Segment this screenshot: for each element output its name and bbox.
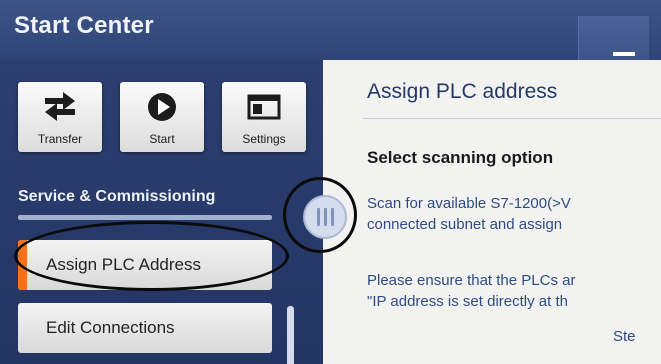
left-panel: Transfer Start Settings Service & Commis… <box>0 60 323 364</box>
start-center-screen: Start Center Transfer Start Settings Ser… <box>0 0 661 364</box>
play-icon <box>120 90 204 124</box>
settings-button[interactable]: Settings <box>222 82 306 152</box>
start-button[interactable]: Start <box>120 82 204 152</box>
sidebar-item-edit-connections[interactable]: Edit Connections <box>18 303 272 353</box>
app-title: Start Center <box>14 12 154 39</box>
section-title: Service & Commissioning <box>18 188 216 205</box>
dialog-title: Assign PLC address <box>367 80 558 103</box>
sidebar-item-label: Edit Connections <box>46 318 175 337</box>
dialog-divider <box>363 118 661 119</box>
annotation-circle-collapse <box>283 177 357 253</box>
sidebar-scrollbar[interactable] <box>287 306 294 364</box>
dialog-subtitle: Select scanning option <box>367 148 554 167</box>
scan-description-line-2: connected subnet and assign <box>367 216 563 233</box>
transfer-button[interactable]: Transfer <box>18 82 102 152</box>
dialog-panel: Assign PLC address Select scanning optio… <box>323 60 661 364</box>
section-divider <box>18 215 272 220</box>
ensure-note-line-2: "IP address is set directly at th <box>367 293 568 310</box>
transfer-arrows-icon <box>18 90 102 124</box>
step-label: Ste <box>613 328 636 345</box>
title-bar: Start Center <box>0 0 661 68</box>
minimize-icon <box>613 52 635 56</box>
transfer-label: Transfer <box>37 132 83 146</box>
start-label: Start <box>149 132 175 146</box>
settings-label: Settings <box>242 132 286 146</box>
settings-window-icon <box>222 90 306 124</box>
annotation-circle-assign <box>14 221 289 291</box>
ensure-note-line-1: Please ensure that the PLCs ar <box>367 272 576 289</box>
scan-description-line-1: Scan for available S7-1200(>V <box>367 195 571 212</box>
